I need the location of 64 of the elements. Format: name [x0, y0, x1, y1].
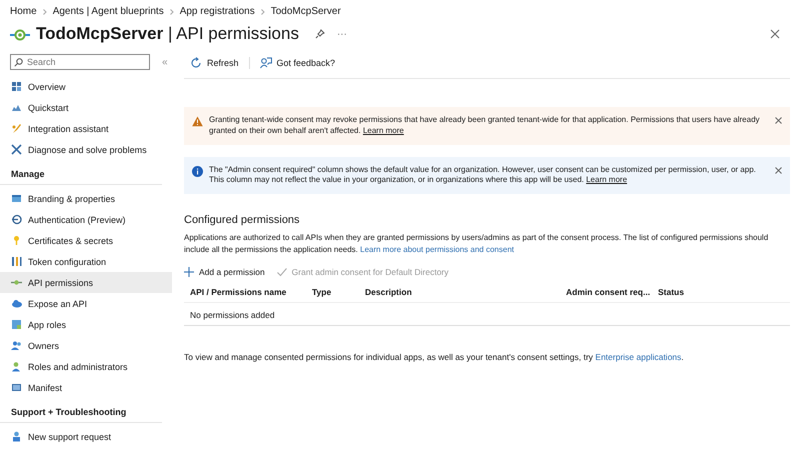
sidebar-item[interactable]: Expose an API: [0, 293, 172, 314]
search-icon: [14, 58, 23, 66]
person-icon: [11, 361, 22, 372]
refresh-icon: [190, 57, 202, 69]
description-text: Applications are authorized to call APIs when they are granted permissions by users/admins as part of the consent process. The list of configured permissions should include all the permissions the application needs. Learn more about permissions and consent: [184, 232, 770, 256]
sidebar-item[interactable]: Overview: [0, 76, 172, 97]
column-header[interactable]: API / Permissions name: [190, 287, 312, 298]
column-header[interactable]: Admin consent req...: [566, 287, 658, 298]
bars-icon: [11, 256, 22, 267]
section-heading: Manage: [0, 160, 162, 185]
close-icon[interactable]: [775, 166, 782, 174]
breadcrumb-link[interactable]: App registrations: [180, 6, 255, 17]
chevron-icon: [42, 8, 47, 14]
close-icon[interactable]: [775, 117, 782, 124]
learn-more-link[interactable]: Learn more about permissions and consent: [360, 244, 514, 254]
close-icon[interactable]: [770, 29, 780, 39]
notice-text: The "Admin consent required" column shows the default value for an organization. However, user consent can be customized per permission, user, or app. This column may not reflect the value in your organization, or in organizations where this app will be used. Learn more: [209, 164, 757, 186]
sidebar-item[interactable]: Manifest: [0, 377, 172, 398]
chevron-icon: [170, 8, 174, 14]
sidebar-item[interactable]: New support request: [0, 426, 172, 447]
card-icon: [11, 193, 22, 204]
page-title: TodoMcpServer | API permissions: [36, 24, 299, 44]
enterprise-applications-link[interactable]: Enterprise applications: [595, 352, 682, 362]
breadcrumb-link[interactable]: Home: [10, 6, 37, 17]
sidebar-item[interactable]: Token configuration: [0, 251, 172, 272]
section-heading: Support + Troubleshooting: [0, 398, 162, 423]
search-field[interactable]: Search: [10, 54, 150, 70]
column-header[interactable]: Description: [365, 287, 566, 298]
feedback-button[interactable]: Got feedback?: [260, 57, 336, 69]
sidebar-item[interactable]: Branding & properties: [0, 188, 172, 209]
more-button[interactable]: ···: [336, 28, 347, 40]
breadcrumb-link[interactable]: Agents | Agent blueprints: [52, 6, 164, 17]
column-header[interactable]: Type: [312, 287, 365, 298]
key-icon: [11, 235, 22, 246]
refresh-button[interactable]: Refresh: [190, 57, 239, 69]
pin-icon[interactable]: [314, 29, 325, 39]
sidebar-item[interactable]: API permissions: [0, 272, 172, 293]
people-icon: [11, 340, 22, 351]
sidebar-item[interactable]: Authentication (Preview): [0, 209, 172, 230]
checkmark-icon: [276, 267, 287, 278]
feedback-icon: [260, 57, 272, 69]
learn-more-link[interactable]: Learn more: [362, 126, 404, 135]
info-icon: [192, 166, 203, 177]
search-input[interactable]: Search: [27, 57, 127, 67]
notice-text: Granting tenant-wide consent may revoke permissions that have already been granted tenant-wide for that application. Permissions that users have already granted on their own behalf aren't affected. Learn more: [209, 115, 761, 137]
sidebar-item[interactable]: Diagnose and solve problems: [0, 139, 172, 160]
sidebar-item[interactable]: Integration assistant: [0, 118, 172, 139]
warning-icon: [192, 116, 203, 127]
empty-message: No permissions added: [190, 310, 275, 320]
chevron-icon: [260, 8, 265, 14]
person-icon: [11, 431, 22, 442]
plus-icon: [184, 267, 194, 278]
api-icon: [10, 27, 30, 41]
footer-text: To view and manage consented permissions for individual apps, as well as your tenant's consent settings, try Enterprise applications.: [184, 352, 685, 362]
column-header[interactable]: Status: [658, 287, 784, 298]
sidebar-item[interactable]: Roles and administrators: [0, 356, 172, 377]
sidebar-item[interactable]: Owners: [0, 335, 172, 356]
add-permission-button[interactable]: Add a permission: [184, 267, 265, 278]
breadcrumb-link[interactable]: TodoMcpServer: [270, 6, 341, 17]
sidebar-item[interactable]: App roles: [0, 314, 172, 335]
learn-more-link[interactable]: Learn more: [586, 175, 628, 184]
sidebar-item[interactable]: Certificates & secrets: [0, 230, 172, 251]
sidebar-item[interactable]: Quickstart: [0, 97, 172, 118]
section-heading: Configured permissions: [184, 214, 301, 226]
